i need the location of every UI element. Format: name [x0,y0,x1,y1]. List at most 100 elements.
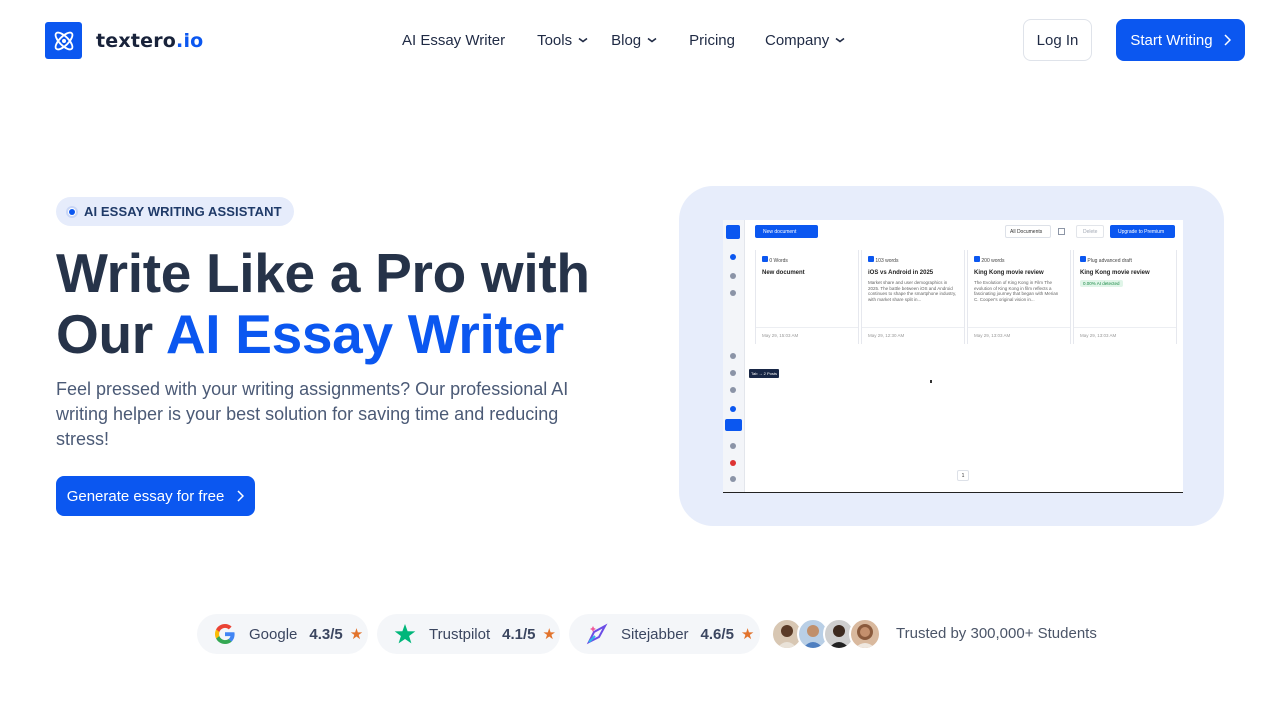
preview-user-icon [730,476,736,482]
preview-flag-icon [730,460,736,466]
rating-score: 4.1/5 [502,625,536,643]
main-menu: AI Essay Writer Tools Blog Pricing Compa… [402,30,845,50]
student-avatars [771,618,881,650]
rating-trustpilot[interactable]: Trustpilot 4.1/5 ★ [377,614,560,654]
headline-line-1: Write Like a Pro with [56,242,590,304]
chevron-down-icon [835,37,845,43]
preview-settings-icon [730,443,736,449]
hero-badge: AI ESSAY WRITING ASSISTANT [56,197,294,226]
preview-logo-icon [726,225,740,239]
checkbox-icon [974,256,980,262]
avatar [849,618,881,650]
rating-google[interactable]: Google 4.3/5 ★ [197,614,368,654]
nav-item-tools[interactable]: Tools [537,30,588,50]
rating-source: Google [249,625,298,643]
star-icon: ★ [740,626,755,643]
nav-item-label: Pricing [689,31,735,49]
chevron-right-icon [1224,34,1231,46]
card-title: iOS vs Android in 2025 [868,270,934,276]
card-date: May 29, 12:30 AM [868,333,905,338]
preview-sidebar [723,220,745,492]
star-icon: ★ [542,626,556,643]
card-tag: 0 Words [769,258,788,264]
nav-item-blog[interactable]: Blog [611,30,657,50]
brand-name: textero [96,29,177,52]
card-date: May 29, 13:03 AM [974,333,1011,338]
preview-help-icon [730,387,736,393]
headline-line-2: Our [56,303,166,365]
hero-subtext: Feel pressed with your writing assignmen… [56,379,569,449]
headline-accent: AI Essay Writer [165,303,564,365]
rating-score: 4.6/5 [700,625,734,643]
preview-progress-icon [730,406,736,412]
card-tag: 200 words [981,258,1005,264]
card-tag: 103 words [875,258,899,264]
checkbox-icon [1080,256,1086,262]
generate-essay-label: Generate essay for free [66,487,225,505]
start-writing-button[interactable]: Start Writing [1116,19,1245,61]
star-icon: ★ [349,626,364,643]
card-date: May 29, 15:03 AM [762,333,799,338]
rating-score: 4.3/5 [309,625,343,643]
card-body: Market share and user demographics in 20… [868,280,957,302]
preview-pagination: 1 [957,470,969,481]
preview-docs-icon [730,290,736,296]
preview-document-cards: 0 Words New document May 29, 15:03 AM 10… [755,250,1179,344]
google-icon [213,622,237,646]
atom-icon [45,22,82,59]
hero-headline: Write Like a Pro with Our AI Essay Write… [56,243,656,365]
card-ai-badge: 0.00% AI detected [1080,280,1123,287]
preview-home-icon [730,273,736,279]
preview-list-icon [1058,228,1065,235]
brand-tld: .io [176,29,204,52]
rating-source: Sitejabber [621,625,689,643]
chevron-down-icon [647,37,657,43]
rating-source: Trustpilot [429,625,491,643]
card-title: King Kong movie review [974,270,1044,276]
nav-item-label: Blog [611,31,642,49]
top-navbar: textero.io AI Essay Writer Tools Blog Pr… [0,0,1280,80]
nav-item-ai-essay-writer[interactable]: AI Essay Writer [402,30,505,50]
login-button[interactable]: Log In [1023,19,1092,61]
preview-upgrade-button: Upgrade to Premium [1110,225,1175,238]
preview-delete-button: Delete [1076,225,1104,238]
preview-search-icon [730,370,736,376]
card-title: New document [762,270,805,276]
cursor-icon [930,380,932,383]
preview-tooltip: Tab → 2 Posts [749,369,779,378]
generate-essay-button[interactable]: Generate essay for free [56,476,255,516]
nav-item-label: Tools [537,31,573,49]
sitejabber-icon [585,622,609,646]
card-body: The Evolution of King Kong in Film The e… [974,280,1059,302]
chevron-right-icon [237,490,245,502]
nav-item-label: AI Essay Writer [402,31,506,49]
checkbox-icon [868,256,874,262]
dot-icon [66,205,78,218]
preview-document-card: 103 words iOS vs Android in 2025 Market … [861,250,965,344]
chevron-down-icon [578,37,588,43]
nav-item-pricing[interactable]: Pricing [689,30,735,50]
checkbox-icon [762,256,768,262]
trust-bar: Google 4.3/5 ★ Trustpilot 4.1/5 ★ Siteja… [0,614,1280,654]
app-preview-frame: New document All Documents Delete Upgrad… [679,186,1224,526]
trustpilot-star-icon [393,622,417,646]
trusted-by-text: Trusted by 300,000+ Students [896,625,1097,642]
card-date: May 29, 13:03 AM [1080,333,1117,338]
brand-wordmark: textero.io [96,30,203,52]
preview-filter-select: All Documents [1005,225,1051,238]
brand-logo[interactable]: textero.io [45,22,203,59]
preview-active-item [725,419,742,431]
app-preview-screenshot: New document All Documents Delete Upgrad… [723,220,1183,493]
nav-item-label: Company [765,31,830,49]
preview-plus-icon [730,254,736,260]
card-tag: Plug advanced draft [1087,258,1132,264]
preview-gear-icon [730,353,736,359]
rating-sitejabber[interactable]: Sitejabber 4.6/5 ★ [569,614,760,654]
preview-document-card: 0 Words New document May 29, 15:03 AM [755,250,859,344]
start-writing-label: Start Writing [1130,31,1213,49]
card-title: King Kong movie review [1080,270,1150,276]
preview-new-document-button: New document [755,225,818,238]
preview-document-card: Plug advanced draft King Kong movie revi… [1073,250,1177,344]
preview-document-card: 200 words King Kong movie review The Evo… [967,250,1071,344]
nav-item-company[interactable]: Company [765,30,845,50]
